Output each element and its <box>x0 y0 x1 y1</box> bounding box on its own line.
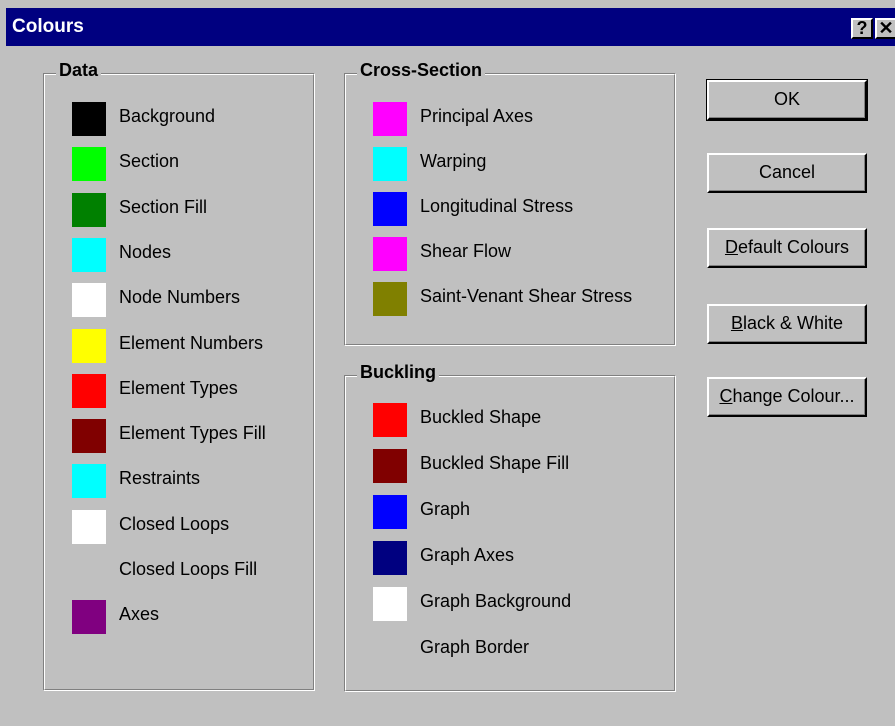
colour-swatch[interactable] <box>72 509 106 544</box>
colour-item-section-fill[interactable]: Section Fill <box>72 192 332 227</box>
title-bar[interactable]: Colours ? ✕ <box>6 8 895 46</box>
colour-item-label: Restraints <box>119 468 201 489</box>
colour-item-label: Warping <box>420 151 487 171</box>
colour-item-longitudinal-stress[interactable]: Longitudinal Stress <box>373 192 633 226</box>
colour-swatch[interactable] <box>72 237 106 272</box>
colour-item-label: Nodes <box>119 241 172 262</box>
help-button[interactable]: ? <box>851 18 873 39</box>
change-colour-label: Change Colour... <box>719 386 855 406</box>
colour-item-label: Buckled Shape Fill <box>420 453 570 473</box>
colour-swatch[interactable] <box>373 633 407 667</box>
ok-button[interactable]: OK <box>706 79 868 121</box>
buckling-group-legend: Buckling <box>357 362 440 383</box>
colour-swatch[interactable] <box>373 495 407 529</box>
colour-item-label: Graph Background <box>420 591 572 611</box>
colour-item-graph-axes[interactable]: Graph Axes <box>373 541 633 575</box>
window-title: Colours <box>12 16 84 37</box>
colour-swatch[interactable] <box>373 237 407 271</box>
colour-item-label: Section Fill <box>119 196 208 217</box>
colour-item-element-types[interactable]: Element Types <box>72 373 332 408</box>
question-mark-icon: ? <box>856 18 868 38</box>
colour-item-node-numbers[interactable]: Node Numbers <box>72 283 332 318</box>
colour-swatch[interactable] <box>373 192 407 226</box>
colour-item-label: Shear Flow <box>420 241 512 261</box>
cancel-button[interactable]: Cancel <box>707 153 867 193</box>
black-white-button[interactable]: Black & White <box>707 304 867 344</box>
colour-item-graph-border[interactable]: Graph Border <box>373 633 633 667</box>
colour-item-label: Buckled Shape <box>420 407 542 427</box>
colour-item-label: Element Types <box>119 377 238 398</box>
close-icon: ✕ <box>878 18 894 38</box>
colour-swatch[interactable] <box>72 102 106 136</box>
colour-item-element-types-fill[interactable]: Element Types Fill <box>72 419 332 454</box>
colour-item-label: Principal Axes <box>420 106 534 126</box>
colour-item-label: Longitudinal Stress <box>420 196 574 216</box>
colour-item-background[interactable]: Background <box>72 102 332 136</box>
colour-swatch[interactable] <box>72 419 106 454</box>
colour-item-restraints[interactable]: Restraints <box>72 464 332 499</box>
colour-swatch[interactable] <box>72 283 106 318</box>
default-colours-label: Default Colours <box>724 237 850 257</box>
colour-item-closed-loops-fill[interactable]: Closed Loops Fill <box>72 555 332 589</box>
colour-item-label: Background <box>119 106 216 126</box>
colour-item-axes[interactable]: Axes <box>72 600 332 635</box>
close-button[interactable]: ✕ <box>875 18 895 39</box>
colour-item-label: Element Numbers <box>119 332 264 353</box>
colour-item-label: Graph Axes <box>420 545 515 565</box>
colour-item-graph[interactable]: Graph <box>373 495 633 529</box>
colour-item-graph-background[interactable]: Graph Background <box>373 587 633 621</box>
black-white-label: Black & White <box>730 313 844 333</box>
colour-item-label: Graph <box>420 499 471 519</box>
ok-button-label: OK <box>773 89 800 109</box>
colour-item-warping[interactable]: Warping <box>373 147 633 181</box>
colour-swatch[interactable] <box>72 464 106 499</box>
change-colour-button[interactable]: Change Colour... <box>707 377 867 417</box>
colour-swatch[interactable] <box>72 328 106 363</box>
colour-item-label: Element Types Fill <box>119 423 266 444</box>
colour-swatch[interactable] <box>72 192 106 227</box>
colour-item-closed-loops[interactable]: Closed Loops <box>72 509 332 544</box>
colour-item-section[interactable]: Section <box>72 147 332 182</box>
colour-swatch[interactable] <box>72 555 106 589</box>
colour-item-label: Closed Loops <box>119 513 230 534</box>
colour-item-element-numbers[interactable]: Element Numbers <box>72 328 332 363</box>
colour-item-principal-axes[interactable]: Principal Axes <box>373 102 633 136</box>
colour-swatch[interactable] <box>72 600 106 635</box>
colour-item-label: Saint-Venant Shear Stress <box>420 286 633 306</box>
colour-item-label: Section <box>119 151 180 172</box>
colour-item-buckled-shape[interactable]: Buckled Shape <box>373 403 633 437</box>
colour-swatch[interactable] <box>373 449 407 483</box>
colours-dialog: Colours ? ✕ Data Cross-Section Buckling … <box>0 0 895 726</box>
colour-swatch[interactable] <box>373 147 407 181</box>
colour-item-label: Axes <box>119 604 160 625</box>
colour-item-saint-venant-shear-stress[interactable]: Saint-Venant Shear Stress <box>373 282 633 316</box>
colour-swatch[interactable] <box>72 373 106 408</box>
colour-item-nodes[interactable]: Nodes <box>72 237 332 272</box>
default-colours-button[interactable]: Default Colours <box>707 228 867 268</box>
colour-item-label: Graph Border <box>420 637 530 657</box>
cancel-button-label: Cancel <box>758 162 816 182</box>
colour-swatch[interactable] <box>72 147 106 182</box>
colour-swatch[interactable] <box>373 541 407 575</box>
colour-swatch[interactable] <box>373 403 407 437</box>
colour-item-shear-flow[interactable]: Shear Flow <box>373 237 633 271</box>
colour-item-label: Node Numbers <box>119 287 241 308</box>
data-group-legend: Data <box>56 60 102 81</box>
colour-item-label: Closed Loops Fill <box>119 559 258 579</box>
colour-swatch[interactable] <box>373 587 407 621</box>
colour-item-buckled-shape-fill[interactable]: Buckled Shape Fill <box>373 449 633 483</box>
colour-swatch[interactable] <box>373 102 407 136</box>
cross-section-group-legend: Cross-Section <box>357 60 486 81</box>
colour-swatch[interactable] <box>373 282 407 316</box>
